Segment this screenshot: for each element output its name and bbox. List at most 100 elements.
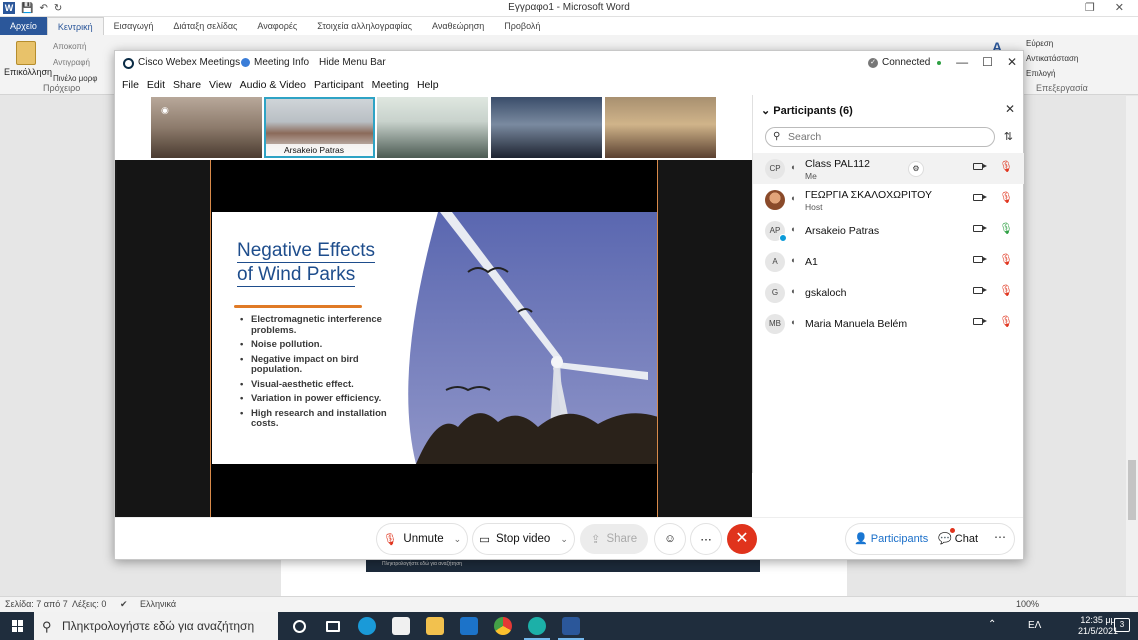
video-camera-icon[interactable] bbox=[973, 225, 987, 232]
scrollbar-thumb[interactable] bbox=[1128, 460, 1136, 520]
input-language[interactable]: ΕΛ bbox=[1028, 620, 1041, 631]
unmute-button[interactable]: 🎙 Unmute ⌄ bbox=[377, 524, 467, 554]
tab-view[interactable]: Προβολή bbox=[494, 17, 550, 35]
tab-review[interactable]: Αναθεώρηση bbox=[422, 17, 494, 35]
video-thumbnail[interactable]: ◉ bbox=[151, 97, 262, 158]
zoom-level[interactable]: 100% bbox=[1016, 599, 1039, 609]
task-view-icon[interactable] bbox=[316, 612, 350, 640]
muted-mic-icon[interactable]: 🎙 bbox=[999, 191, 1013, 204]
participant-search[interactable]: ⚲ bbox=[765, 127, 995, 147]
participants-header[interactable]: ⌄ Participants (6) bbox=[761, 104, 853, 117]
editing-group-label: Επεξεργασία bbox=[1036, 83, 1088, 93]
stop-video-button[interactable]: ▭ Stop video ⌄ bbox=[473, 524, 574, 554]
menu-audio-video[interactable]: Audio & Video bbox=[240, 79, 306, 91]
tab-home[interactable]: Κεντρική bbox=[46, 17, 104, 35]
reactions-button[interactable]: ☺ bbox=[655, 524, 685, 554]
notifications-icon[interactable]: 3 bbox=[1114, 618, 1130, 632]
more-options-button[interactable]: ⋯ bbox=[691, 524, 721, 554]
tray-overflow-icon[interactable]: ⌃ bbox=[988, 619, 996, 630]
start-button[interactable] bbox=[0, 612, 34, 640]
restore-icon[interactable]: ❐ bbox=[1085, 1, 1095, 14]
menu-view[interactable]: View bbox=[209, 79, 232, 91]
muted-mic-icon[interactable]: 🎙 bbox=[999, 160, 1013, 173]
chat-panel-button[interactable]: 💬 Chat bbox=[938, 532, 978, 545]
hide-menu-bar-button[interactable]: Hide Menu Bar bbox=[319, 57, 386, 68]
store-icon[interactable] bbox=[384, 612, 418, 640]
participant-row[interactable]: AP ◖ Arsakeio Patras 🎙 bbox=[753, 215, 1024, 246]
webex-icon[interactable] bbox=[520, 612, 554, 640]
language-indicator[interactable]: Ελληνικά bbox=[140, 599, 176, 609]
panel-more-icon[interactable]: ⋯ bbox=[994, 530, 1006, 544]
muted-mic-icon[interactable]: 🎙 bbox=[999, 253, 1013, 266]
find-button[interactable]: Εύρεση bbox=[1026, 39, 1053, 48]
close-icon[interactable]: ✕ bbox=[1007, 55, 1017, 69]
mic-icon[interactable]: 🎙 bbox=[999, 222, 1013, 235]
tab-layout[interactable]: Διάταξη σελίδας bbox=[163, 17, 247, 35]
close-icon[interactable]: ✕ bbox=[1115, 1, 1124, 14]
clock[interactable]: 12:35 μμ 21/5/2021 bbox=[1078, 615, 1118, 637]
mail-icon[interactable] bbox=[452, 612, 486, 640]
mute-all-icon[interactable]: ⚙ bbox=[909, 162, 923, 176]
menu-help[interactable]: Help bbox=[417, 79, 439, 91]
minimize-icon[interactable]: — bbox=[956, 55, 968, 69]
proofing-icon[interactable]: ✔ bbox=[120, 599, 128, 610]
participant-row[interactable]: MB ◖ Maria Manuela Belém 🎙 bbox=[753, 308, 1024, 339]
video-thumbnail[interactable] bbox=[491, 97, 602, 158]
word-icon[interactable] bbox=[554, 612, 588, 640]
format-painter-button[interactable]: Πινέλο μορφ bbox=[53, 74, 97, 83]
menu-participant[interactable]: Participant bbox=[314, 79, 364, 91]
end-meeting-button[interactable]: ✕ bbox=[727, 524, 757, 554]
muted-mic-icon[interactable]: 🎙 bbox=[999, 284, 1013, 297]
vertical-scrollbar[interactable] bbox=[1126, 96, 1138, 596]
video-thumbnail-active[interactable]: Arsakeio Patras bbox=[264, 97, 375, 158]
video-camera-icon[interactable] bbox=[973, 287, 987, 294]
maximize-icon[interactable]: ☐ bbox=[982, 55, 993, 69]
video-camera-icon[interactable] bbox=[973, 194, 987, 201]
cut-button[interactable]: Αποκοπή bbox=[53, 42, 86, 51]
tab-references[interactable]: Αναφορές bbox=[247, 17, 307, 35]
menu-file[interactable]: File bbox=[122, 79, 139, 91]
file-explorer-icon[interactable] bbox=[418, 612, 452, 640]
page-count[interactable]: Σελίδα: 7 από 7 bbox=[5, 599, 68, 609]
paste-icon[interactable] bbox=[16, 41, 36, 65]
participant-list: CP ◖ Class PAL112 Me ⚙ 🎙 ◖ ΓΕΩΡΓΙΑ ΣΚΑΛΟ… bbox=[753, 153, 1024, 339]
shared-screen: Negative Effects of Wind Parks Electroma… bbox=[210, 160, 658, 517]
menu-share[interactable]: Share bbox=[173, 79, 201, 91]
sort-icon[interactable]: ⇅ bbox=[1004, 130, 1013, 143]
participant-row[interactable]: G ◖ gskaloch 🎙 bbox=[753, 277, 1024, 308]
participant-search-input[interactable] bbox=[788, 130, 988, 144]
participant-row[interactable]: A ◖ A1 🎙 bbox=[753, 246, 1024, 277]
participants-panel-button[interactable]: 👤 Participants bbox=[854, 532, 928, 545]
video-camera-icon[interactable] bbox=[973, 318, 987, 325]
cortana-icon[interactable] bbox=[282, 612, 316, 640]
chrome-icon[interactable] bbox=[486, 612, 520, 640]
participant-row[interactable]: CP ◖ Class PAL112 Me ⚙ 🎙 bbox=[753, 153, 1024, 184]
paste-button[interactable]: Επικόλληση bbox=[4, 67, 52, 77]
chevron-down-icon[interactable]: ⌄ bbox=[454, 534, 462, 545]
meeting-info-button[interactable]: Meeting Info bbox=[241, 57, 309, 68]
connection-status[interactable]: ✓ Connected bbox=[868, 57, 942, 68]
word-window-controls: ❐ ✕ bbox=[1085, 1, 1124, 14]
menu-edit[interactable]: Edit bbox=[147, 79, 165, 91]
video-thumbnail[interactable] bbox=[377, 97, 488, 158]
tab-mailings[interactable]: Στοιχεία αλληλογραφίας bbox=[307, 17, 422, 35]
video-camera-icon[interactable] bbox=[973, 256, 987, 263]
select-button[interactable]: Επιλογή bbox=[1026, 69, 1055, 78]
copy-button[interactable]: Αντιγραφή bbox=[53, 58, 90, 67]
participant-name: Arsakeio Patras bbox=[805, 225, 880, 237]
tab-insert[interactable]: Εισαγωγή bbox=[104, 17, 164, 35]
chevron-down-icon[interactable]: ⌄ bbox=[560, 534, 568, 545]
video-thumbnail[interactable] bbox=[605, 97, 716, 158]
share-button[interactable]: ⇪ Share bbox=[580, 524, 648, 554]
replace-button[interactable]: Αντικατάσταση bbox=[1026, 54, 1078, 63]
tab-file[interactable]: Αρχείο bbox=[0, 17, 47, 35]
menu-meeting[interactable]: Meeting bbox=[372, 79, 409, 91]
video-camera-icon[interactable] bbox=[973, 163, 987, 170]
close-icon[interactable]: ✕ bbox=[1005, 102, 1015, 116]
shared-content-stage: Negative Effects of Wind Parks Electroma… bbox=[117, 160, 752, 517]
participant-row[interactable]: ◖ ΓΕΩΡΓΙΑ ΣΚΑΛΟΧΩΡΙΤΟΥ Host 🎙 bbox=[753, 184, 1024, 215]
taskbar-search[interactable]: ⚲ Πληκτρολογήστε εδώ για αναζήτηση bbox=[34, 612, 278, 640]
word-count[interactable]: Λέξεις: 0 bbox=[72, 599, 106, 609]
edge-icon[interactable] bbox=[350, 612, 384, 640]
muted-mic-icon[interactable]: 🎙 bbox=[999, 315, 1013, 328]
